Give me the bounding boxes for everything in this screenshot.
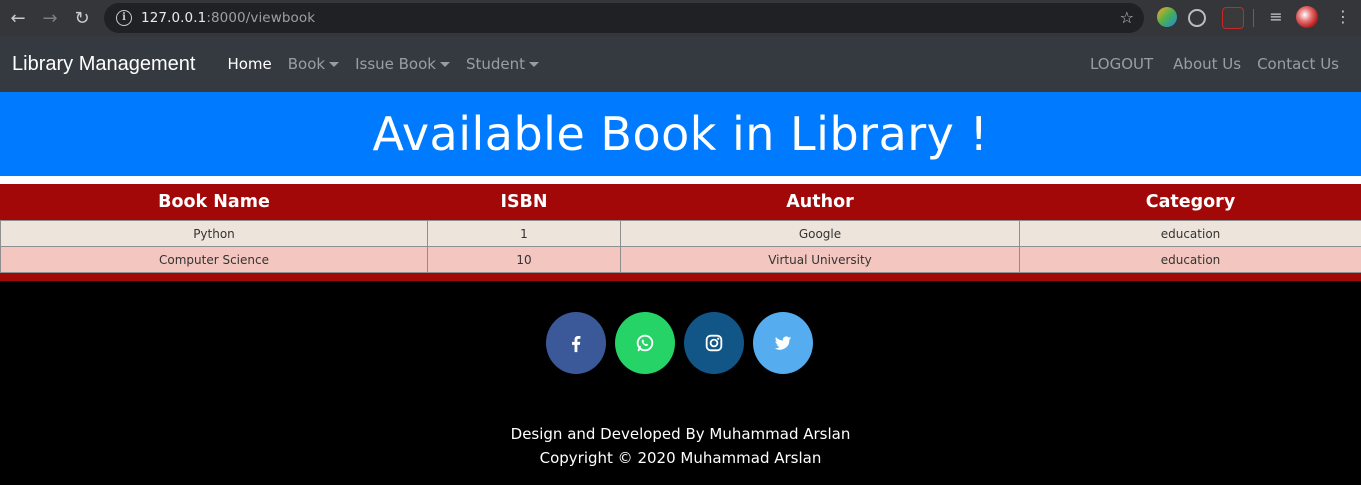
table-footer-band xyxy=(0,273,1361,281)
nav-book-dropdown[interactable]: Book xyxy=(280,55,347,73)
reload-icon[interactable]: ↻ xyxy=(70,6,94,30)
nav-issue-book-dropdown[interactable]: Issue Book xyxy=(347,55,458,73)
footer-credit: Design and Developed By Muhammad Arslan … xyxy=(0,422,1361,470)
browser-toolbar: ← → ↻ i 127.0.0.1:8000/viewbook ☆ ≡ ⋮ xyxy=(0,0,1361,36)
pdf-extension-icon[interactable] xyxy=(1222,7,1244,29)
header-isbn: ISBN xyxy=(500,192,548,212)
cell-category: education xyxy=(1019,246,1361,273)
header-book-name: Book Name xyxy=(158,192,270,212)
nav-logout[interactable]: LOGOUT xyxy=(1082,55,1161,73)
header-author: Author xyxy=(786,192,854,212)
table-row: Computer Science 10 Virtual University e… xyxy=(0,246,1361,273)
instagram-icon[interactable] xyxy=(684,312,744,374)
footer-developer-line: Design and Developed By Muhammad Arslan xyxy=(510,425,851,443)
cell-isbn: 10 xyxy=(427,246,621,273)
back-arrow-icon[interactable]: ← xyxy=(6,6,30,30)
caret-down-icon xyxy=(329,62,340,67)
footer: Design and Developed By Muhammad Arslan … xyxy=(0,281,1361,485)
page-title: Available Book in Library ! xyxy=(372,107,989,161)
globe-extension-icon[interactable] xyxy=(1188,9,1206,27)
table-row: Python 1 Google education xyxy=(0,220,1361,247)
nav-about-us[interactable]: About Us xyxy=(1165,55,1249,73)
separator xyxy=(0,176,1361,184)
cell-book-name: Computer Science xyxy=(0,246,428,273)
table-header-row: Book Name ISBN Author Category xyxy=(1,184,1361,221)
forward-arrow-icon[interactable]: → xyxy=(38,6,62,30)
cell-isbn: 1 xyxy=(427,220,621,247)
navbar-brand[interactable]: Library Management xyxy=(12,53,195,76)
whatsapp-icon[interactable] xyxy=(615,312,675,374)
url-text[interactable]: 127.0.0.1:8000/viewbook xyxy=(141,10,315,26)
footer-copyright: Copyright © 2020 Muhammad Arslan xyxy=(539,449,822,467)
profile-avatar[interactable] xyxy=(1296,6,1318,28)
social-links xyxy=(546,312,813,374)
cell-category: education xyxy=(1019,220,1361,247)
navbar: Library Management Home Book Issue Book … xyxy=(0,36,1361,92)
star-icon[interactable]: ☆ xyxy=(1120,8,1134,27)
nav-home[interactable]: Home xyxy=(219,55,279,73)
twitter-icon[interactable] xyxy=(753,312,813,374)
page-header: Available Book in Library ! xyxy=(0,92,1361,176)
extension-colorful-icon[interactable] xyxy=(1157,7,1177,27)
cell-book-name: Python xyxy=(0,220,428,247)
facebook-icon[interactable] xyxy=(546,312,606,374)
address-bar[interactable]: i 127.0.0.1:8000/viewbook ☆ xyxy=(104,3,1144,33)
menu-dots-icon[interactable]: ⋮ xyxy=(1335,7,1351,26)
books-table: Book Name ISBN Author Category Python 1 … xyxy=(0,184,1361,273)
media-queue-icon[interactable]: ≡ xyxy=(1266,7,1286,27)
cell-author: Virtual University xyxy=(620,246,1020,273)
nav-student-dropdown[interactable]: Student xyxy=(458,55,547,73)
nav-contact-us[interactable]: Contact Us xyxy=(1249,55,1347,73)
caret-down-icon xyxy=(529,62,540,67)
info-icon[interactable]: i xyxy=(116,10,132,26)
caret-down-icon xyxy=(439,62,450,67)
header-category: Category xyxy=(1145,192,1236,212)
cell-author: Google xyxy=(620,220,1020,247)
divider xyxy=(1253,9,1254,27)
